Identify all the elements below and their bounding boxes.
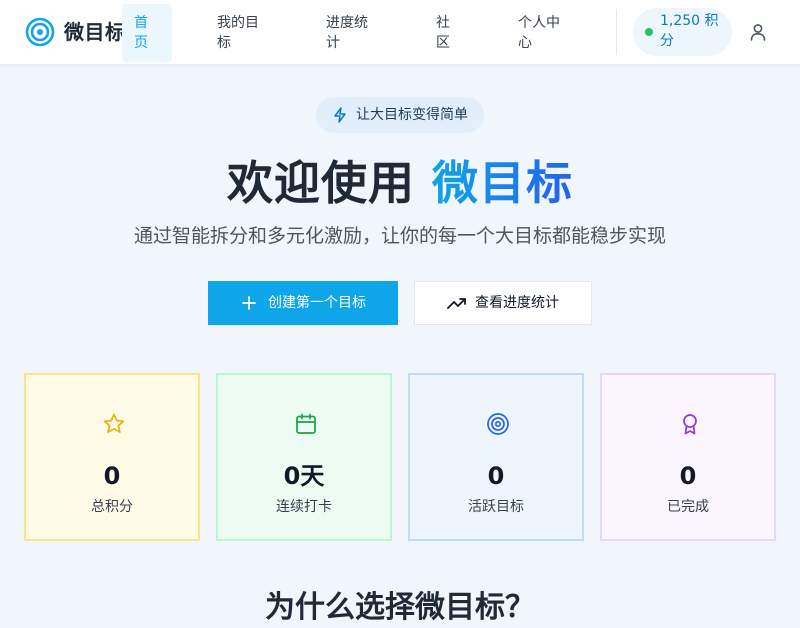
nav-item-my-goals-label: 我的目标 [217,15,259,51]
logo-text[interactable]: 微目标 [64,19,126,45]
lightning-icon [334,107,346,123]
nav-item-my-goals[interactable]: 我的目标 [217,4,277,62]
slogan-text: 让大目标变得简单 [356,107,468,123]
page-title: 欢迎使用 微目标 [0,152,800,214]
plus-icon [242,296,256,310]
view-progress-button[interactable]: 查看进度统计 [414,281,592,325]
stat-value: 0 [487,462,505,490]
nav-item-community[interactable]: 社区 [436,4,476,62]
nav-item-progress-label: 进度统计 [326,15,368,51]
points-label: 1,250 积分 [660,13,719,49]
stat-value: 0 [103,462,121,490]
target-icon [487,413,509,435]
stat-value: 0天 [283,462,325,490]
nav-item-progress[interactable]: 进度统计 [326,4,386,62]
section-heading: 为什么选择微目标？ [265,590,535,625]
create-first-goal-button[interactable]: 创建第一个目标 [208,281,398,325]
stat-card-streak: 0天 连续打卡 [216,373,392,541]
page-title-brand: 微目标 [432,156,573,210]
status-dot [645,28,653,36]
star-icon [103,413,125,434]
view-progress-label: 查看进度统计 [475,295,559,311]
slogan-badge: 让大目标变得简单 [316,97,484,133]
award-icon [683,414,697,435]
calendar-icon [296,413,316,434]
stat-label: 已完成 [667,499,709,515]
stat-label: 活跃目标 [468,499,524,515]
nav-item-home[interactable]: 首页 [122,4,172,62]
nav-item-community-label: 社区 [436,15,450,51]
stat-value: 0 [679,462,697,490]
top-nav-bar: 微目标 首页 我的目标 进度统计 社区 个人中心 1,250 积分 [0,0,800,65]
stat-card-total-points: 0 总积分 [24,373,200,541]
stat-label: 总积分 [91,499,133,515]
target-icon[interactable] [25,17,55,47]
nav-item-profile[interactable]: 个人中心 [518,4,578,62]
page-title-prefix: 欢迎使用 [226,156,432,210]
nav-item-home-label: 首页 [134,15,148,51]
trending-up-icon [447,298,466,309]
points-badge[interactable]: 1,250 积分 [633,8,732,56]
nav-item-profile-label: 个人中心 [518,15,560,51]
stat-card-completed: 0 已完成 [600,373,776,541]
nav-divider [616,9,617,55]
stat-card-active-goals: 0 活跃目标 [408,373,584,541]
stat-label: 连续打卡 [276,499,332,515]
page-subtitle: 通过智能拆分和多元化激励，让你的每一个大目标都能稳步实现 [133,225,666,247]
create-first-goal-label: 创建第一个目标 [268,295,366,311]
user-icon[interactable] [748,22,768,42]
